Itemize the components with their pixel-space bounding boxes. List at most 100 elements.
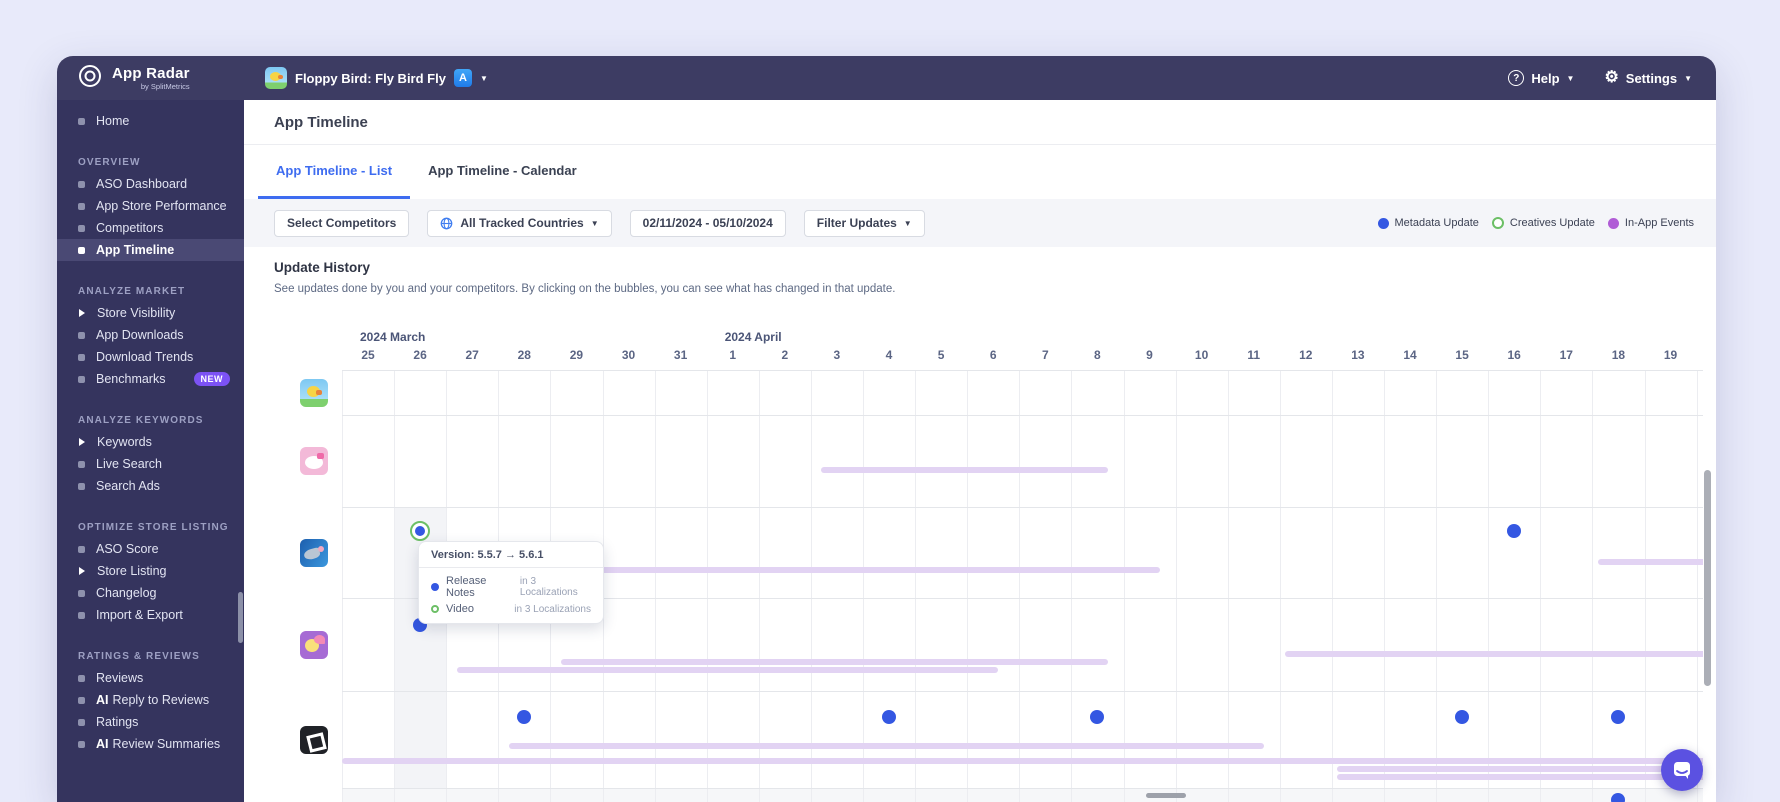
tooltip-detail: in 3 Localizations	[520, 576, 591, 598]
grid-column-line	[1488, 370, 1489, 802]
chat-launcher-button[interactable]	[1661, 749, 1703, 791]
tab-app-timeline-calendar[interactable]: App Timeline - Calendar	[410, 145, 595, 199]
sidebar-item-reviews[interactable]: Reviews	[57, 667, 244, 689]
sidebar-item-search-ads[interactable]: Search Ads	[57, 475, 244, 497]
update-bar[interactable]	[1285, 651, 1703, 657]
creatives-dot-icon	[431, 605, 439, 613]
day-label: 3	[822, 348, 852, 362]
tooltip-row: Release Notesin 3 Localizations	[431, 575, 591, 599]
filter-updates-dropdown[interactable]: Filter Updates ▼	[804, 210, 925, 237]
app-radar-logo[interactable]: App Radar by SplitMetrics	[77, 63, 247, 94]
expand-arrow-icon	[79, 438, 85, 446]
day-label: 17	[1551, 348, 1581, 362]
app-icon-floppy-bird	[265, 67, 287, 89]
update-bubble-metadata[interactable]	[882, 710, 896, 724]
bullet-icon	[78, 483, 85, 490]
sidebar-item-benchmarks[interactable]: BenchmarksNEW	[57, 368, 244, 390]
update-bar[interactable]	[342, 758, 1703, 764]
update-bar[interactable]	[509, 743, 1264, 749]
sidebar-item-competitors[interactable]: Competitors	[57, 217, 244, 239]
sidebar-item-app-timeline[interactable]: App Timeline	[57, 239, 244, 261]
sidebar-item-aso-score[interactable]: ASO Score	[57, 538, 244, 560]
day-label: 26	[405, 348, 435, 362]
tooltip-row: Videoin 3 Localizations	[431, 603, 591, 615]
bullet-icon	[78, 612, 85, 619]
sidebar-item-keywords[interactable]: Keywords	[57, 431, 244, 453]
day-label: 6	[978, 348, 1008, 362]
sidebar-item-app-store-performance[interactable]: App Store Performance	[57, 195, 244, 217]
update-bubble-metadata[interactable]	[1090, 710, 1104, 724]
bullet-icon	[78, 118, 85, 125]
sidebar-item-aso-dashboard[interactable]: ASO Dashboard	[57, 173, 244, 195]
app-icon-my-little-pony[interactable]	[300, 631, 328, 659]
update-bar[interactable]	[457, 667, 999, 673]
sidebar-item-download-trends[interactable]: Download Trends	[57, 346, 244, 368]
grid-column-line	[915, 370, 916, 802]
sidebar-item-changelog[interactable]: Changelog	[57, 582, 244, 604]
update-bar[interactable]	[1337, 766, 1703, 772]
update-bubble-metadata[interactable]	[1507, 524, 1521, 538]
day-label: 8	[1082, 348, 1112, 362]
vertical-scrollbar-thumb[interactable]	[1704, 470, 1711, 686]
bullet-icon	[78, 719, 85, 726]
update-history-title: Update History	[274, 260, 895, 275]
sidebar-item-import-export[interactable]: Import & Export	[57, 604, 244, 626]
day-label: 28	[509, 348, 539, 362]
update-history-subtitle: See updates done by you and your competi…	[274, 283, 895, 295]
bullet-icon	[78, 546, 85, 553]
help-menu[interactable]: ? Help ▼	[1508, 70, 1574, 86]
day-label: 15	[1447, 348, 1477, 362]
tab-app-timeline-list[interactable]: App Timeline - List	[258, 145, 410, 199]
chat-icon	[1672, 760, 1692, 780]
update-bubble-metadata-creatives[interactable]	[410, 521, 430, 541]
grid-row-line	[342, 691, 1703, 692]
sidebar-item-ratings[interactable]: Ratings	[57, 711, 244, 733]
sidebar-item-store-visibility[interactable]: Store Visibility	[57, 302, 244, 324]
app-icon-floppy-bird[interactable]	[300, 379, 328, 407]
sidebar-scrollbar-thumb[interactable]	[238, 592, 243, 643]
day-label: 12	[1291, 348, 1321, 362]
sidebar-item-label: Live Search	[96, 457, 162, 471]
update-bubble-metadata[interactable]	[1455, 710, 1469, 724]
app-selector[interactable]: Floppy Bird: Fly Bird Fly A ▼	[265, 67, 488, 89]
sidebar-item-store-listing[interactable]: Store Listing	[57, 560, 244, 582]
update-bubble-metadata[interactable]	[1611, 710, 1625, 724]
month-label: 2024 March	[360, 330, 425, 344]
sidebar-item-label: App Store Performance	[96, 199, 227, 213]
day-label: 27	[457, 348, 487, 362]
sidebar-section-title: ANALYZE MARKET	[57, 286, 244, 297]
horizontal-scrollbar-thumb[interactable]	[1146, 793, 1186, 798]
bullet-icon	[78, 376, 85, 383]
update-bubble-metadata[interactable]	[517, 710, 531, 724]
legend-label: Creatives Update	[1510, 217, 1595, 229]
sidebar-section-title: RATINGS & REVIEWS	[57, 651, 244, 662]
update-bar[interactable]	[821, 467, 1108, 473]
settings-label: Settings	[1626, 71, 1677, 86]
settings-menu[interactable]: ⚙ Settings ▼	[1604, 70, 1692, 86]
sidebar-item-app-downloads[interactable]: App Downloads	[57, 324, 244, 346]
chevron-down-icon: ▼	[1567, 74, 1575, 83]
select-competitors-button[interactable]: Select Competitors	[274, 210, 409, 237]
bullet-icon	[78, 203, 85, 210]
countries-dropdown[interactable]: All Tracked Countries ▼	[427, 210, 611, 237]
grid-row-line	[342, 788, 1703, 789]
update-bar[interactable]	[1598, 559, 1703, 565]
metadata-dot-icon	[431, 583, 439, 591]
sidebar-item-label: App Timeline	[96, 243, 174, 257]
legend-label: Metadata Update	[1395, 217, 1479, 229]
chevron-down-icon: ▼	[1684, 74, 1692, 83]
sidebar-item-home[interactable]: Home	[57, 110, 244, 132]
app-icon-hungry-shark[interactable]	[300, 539, 328, 567]
update-bar[interactable]	[1337, 774, 1703, 780]
sidebar-item-live-search[interactable]: Live Search	[57, 453, 244, 475]
tooltip-detail: in 3 Localizations	[514, 604, 591, 615]
sidebar-item-ai-reply-to-reviews[interactable]: AIReply to Reviews	[57, 689, 244, 711]
date-range-picker[interactable]: 02/11/2024 - 05/10/2024	[630, 210, 786, 237]
app-icon-hello-kitty[interactable]	[300, 447, 328, 475]
app-icon-roblox[interactable]	[300, 726, 328, 754]
grid-column-line	[1124, 370, 1125, 802]
sidebar-item-ai-review-summaries[interactable]: AIReview Summaries	[57, 733, 244, 755]
grid-column-line	[1697, 370, 1698, 802]
update-bar[interactable]	[561, 659, 1108, 665]
brand-title: App Radar	[112, 66, 190, 81]
